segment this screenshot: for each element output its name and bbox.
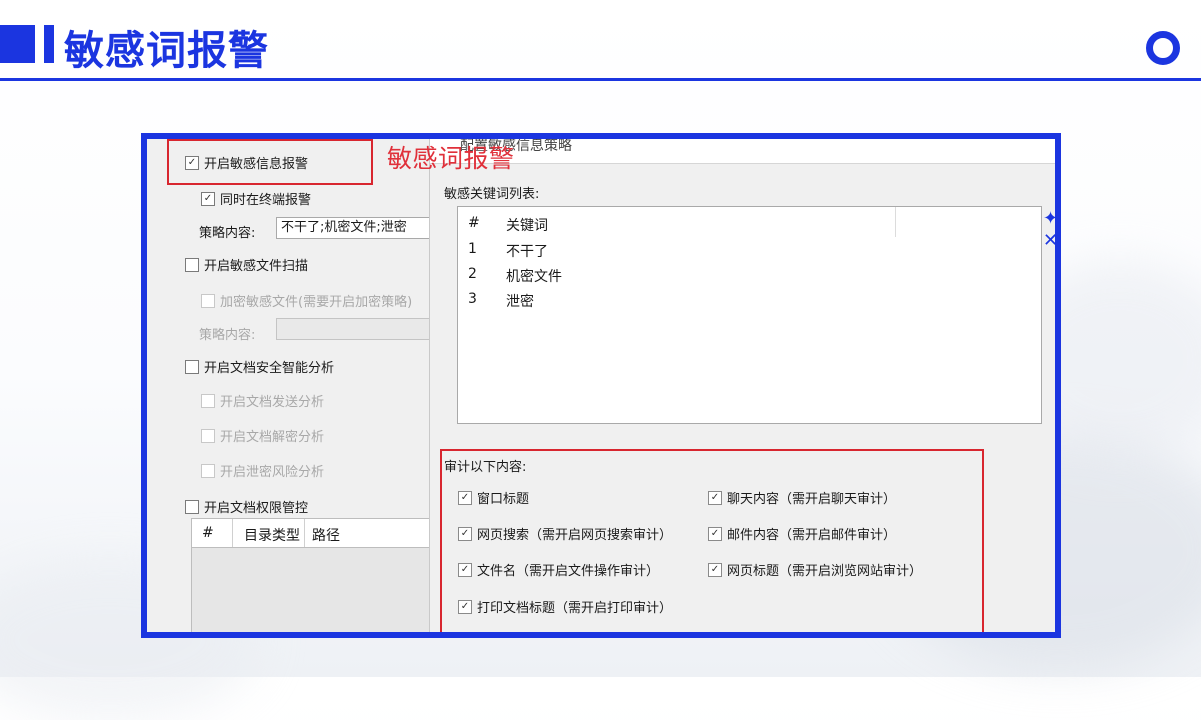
terminal-alarm-checkbox[interactable]: ✓ 同时在终端报警 bbox=[201, 189, 311, 208]
policy-content-field-disabled[interactable] bbox=[276, 318, 437, 340]
encrypt-sensitive-checkbox[interactable]: 加密敏感文件(需要开启加密策略) bbox=[201, 291, 412, 310]
highlight-box-alarm bbox=[167, 139, 373, 185]
checkbox-unchecked-icon bbox=[201, 428, 215, 443]
audit-web-search-checkbox[interactable]: ✓ 网页搜索（需开启网页搜索审计） bbox=[458, 524, 672, 543]
header-divider bbox=[0, 78, 1201, 81]
checkbox-checked-icon: ✓ bbox=[458, 526, 472, 541]
column-divider bbox=[895, 207, 896, 237]
checkbox-checked-icon: ✓ bbox=[708, 562, 722, 577]
checkbox-unchecked-icon bbox=[201, 393, 215, 408]
checkbox-checked-icon: ✓ bbox=[458, 599, 472, 614]
column-header[interactable]: 目录类型 bbox=[244, 525, 300, 545]
settings-left-panel: ✓ 开启敏感信息报警 ✓ 同时在终端报警 策略内容: 不干了;机密文件;泄密 开… bbox=[147, 139, 442, 632]
checkbox-label: 开启文档权限管控 bbox=[204, 501, 309, 516]
checkbox-unchecked-icon bbox=[185, 359, 199, 374]
checkbox-label: 网页标题（需开启浏览网站审计） bbox=[727, 564, 923, 579]
slide-title: 敏感词报警 bbox=[64, 28, 269, 74]
policy-content-field[interactable]: 不干了;机密文件;泄密 bbox=[276, 217, 437, 239]
checkbox-label: 开启文档安全智能分析 bbox=[204, 361, 335, 376]
column-divider bbox=[304, 519, 305, 547]
checkbox-unchecked-icon bbox=[201, 293, 215, 308]
column-header[interactable]: # bbox=[202, 525, 214, 541]
checkbox-unchecked-icon bbox=[185, 257, 199, 272]
keyword-value[interactable]: 不干了 bbox=[506, 241, 548, 261]
checkbox-label: 同时在终端报警 bbox=[220, 193, 312, 208]
send-analysis-checkbox[interactable]: 开启文档发送分析 bbox=[201, 391, 324, 410]
overlay-caption: 敏感词报警 bbox=[387, 144, 515, 173]
checkbox-label: 网页搜索（需开启网页搜索审计） bbox=[477, 528, 673, 543]
column-header[interactable]: 关键词 bbox=[506, 215, 548, 235]
keyword-list[interactable]: # 关键词 1 不干了 2 机密文件 3 泄密 bbox=[457, 206, 1042, 424]
checkbox-label: 开启泄密风险分析 bbox=[220, 465, 325, 480]
policy-label-text: 策略内容: bbox=[199, 328, 256, 343]
checkbox-unchecked-icon bbox=[201, 463, 215, 478]
checkbox-label: 文件名（需开启文件操作审计） bbox=[477, 564, 660, 579]
policy-label-text: 策略内容: bbox=[199, 226, 256, 241]
checkbox-label: 窗口标题 bbox=[477, 492, 530, 507]
checkbox-checked-icon: ✓ bbox=[708, 490, 722, 505]
cropped-edge-icon: ✦ ✕ bbox=[1043, 208, 1057, 251]
keyword-index: 1 bbox=[468, 241, 477, 257]
column-divider bbox=[232, 519, 233, 547]
checkbox-label: 开启文档发送分析 bbox=[220, 395, 325, 410]
policy-content-label: 策略内容: bbox=[199, 222, 255, 241]
keyword-index: 2 bbox=[468, 266, 477, 282]
smart-analysis-checkbox[interactable]: 开启文档安全智能分析 bbox=[185, 357, 334, 376]
leak-analysis-checkbox[interactable]: 开启泄密风险分析 bbox=[201, 461, 324, 480]
checkbox-checked-icon: ✓ bbox=[708, 526, 722, 541]
keyword-value[interactable]: 泄密 bbox=[506, 291, 534, 311]
policy-content-label-2: 策略内容: bbox=[199, 324, 255, 343]
checkbox-label: 邮件内容（需开启邮件审计） bbox=[727, 528, 897, 543]
enable-file-scan-checkbox[interactable]: 开启敏感文件扫描 bbox=[185, 255, 308, 274]
decrypt-analysis-checkbox[interactable]: 开启文档解密分析 bbox=[201, 426, 324, 445]
keyword-list-label: 敏感关键词列表: bbox=[444, 187, 540, 202]
directory-table-header: # 目录类型 路径 bbox=[191, 518, 441, 548]
audit-filename-checkbox[interactable]: ✓ 文件名（需开启文件操作审计） bbox=[458, 560, 659, 579]
checkbox-unchecked-icon bbox=[185, 499, 199, 514]
keyword-index: 3 bbox=[468, 291, 477, 307]
checkbox-checked-icon: ✓ bbox=[458, 562, 472, 577]
screenshot-frame: ✓ 开启敏感信息报警 ✓ 同时在终端报警 策略内容: 不干了;机密文件;泄密 开… bbox=[141, 133, 1061, 638]
keyword-value[interactable]: 机密文件 bbox=[506, 266, 562, 286]
title-accent-bar bbox=[44, 25, 54, 63]
audit-email-checkbox[interactable]: ✓ 邮件内容（需开启邮件审计） bbox=[708, 524, 896, 543]
column-header[interactable]: # bbox=[468, 215, 480, 231]
ring-icon bbox=[1146, 31, 1180, 65]
checkbox-checked-icon: ✓ bbox=[458, 490, 472, 505]
audit-chat-checkbox[interactable]: ✓ 聊天内容（需开启聊天审计） bbox=[708, 488, 896, 507]
slide-header: 敏感词报警 bbox=[0, 0, 1201, 81]
audit-print-title-checkbox[interactable]: ✓ 打印文档标题（需开启打印审计） bbox=[458, 597, 672, 616]
checkbox-label: 打印文档标题（需开启打印审计） bbox=[477, 601, 673, 616]
checkbox-label: 加密敏感文件(需要开启加密策略) bbox=[220, 295, 413, 310]
audit-window-title-checkbox[interactable]: ✓ 窗口标题 bbox=[458, 488, 529, 507]
checkbox-label: 聊天内容（需开启聊天审计） bbox=[727, 492, 897, 507]
directory-table-body[interactable] bbox=[191, 548, 442, 632]
audit-web-title-checkbox[interactable]: ✓ 网页标题（需开启浏览网站审计） bbox=[708, 560, 922, 579]
checkbox-checked-icon: ✓ bbox=[201, 191, 215, 206]
checkbox-label: 开启敏感文件扫描 bbox=[204, 259, 309, 274]
checkbox-label: 开启文档解密分析 bbox=[220, 430, 325, 445]
permission-control-checkbox[interactable]: 开启文档权限管控 bbox=[185, 497, 308, 516]
title-accent-block bbox=[0, 25, 35, 63]
dialog-titlebar: 配置敏感信息策略 bbox=[430, 139, 1055, 164]
column-header[interactable]: 路径 bbox=[312, 525, 340, 545]
sensitive-policy-dialog: 配置敏感信息策略 敏感关键词列表: # 关键词 1 不干了 2 机密文件 3 泄… bbox=[429, 139, 1055, 632]
